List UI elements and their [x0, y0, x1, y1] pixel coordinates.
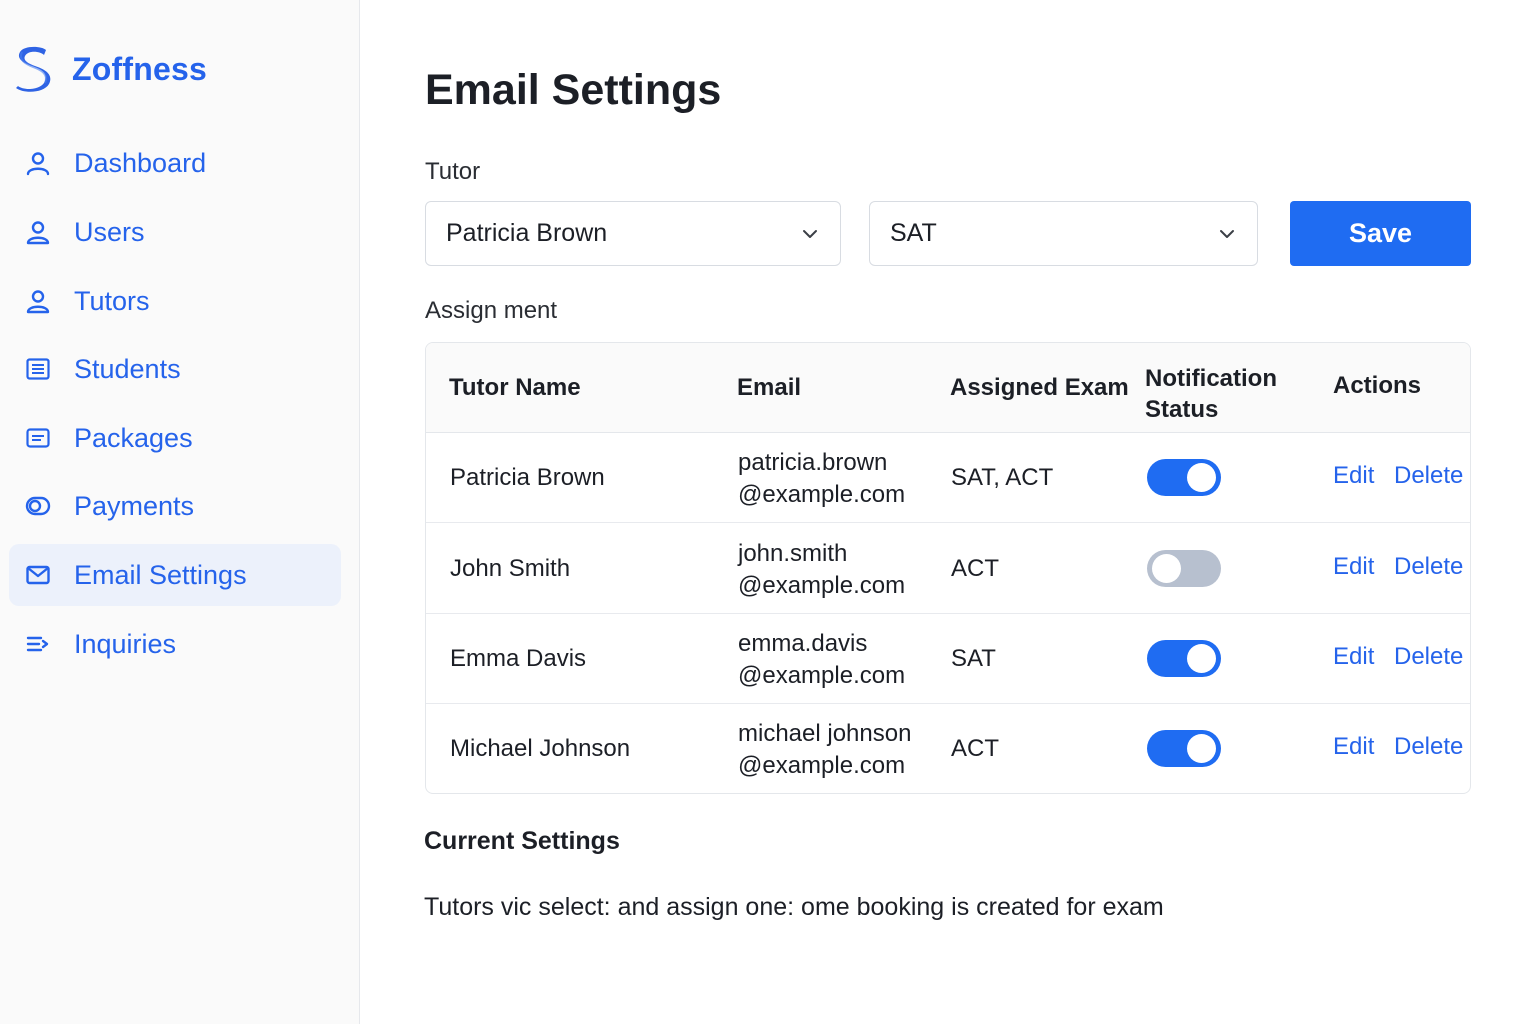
header-email: Email [737, 374, 802, 401]
header-notification: Notification [1145, 365, 1277, 392]
tutor-label: Tutor [425, 158, 481, 185]
assignment-table: Tutor Name Email Assigned Exam Notificat… [425, 342, 1471, 794]
assigned-exam: SAT [951, 645, 996, 672]
sidebar-item-label: Tutors [74, 285, 150, 316]
assignment-label: Assign ment [425, 297, 558, 324]
exam-select-value: SAT [890, 219, 937, 247]
user-icon [25, 219, 51, 245]
sidebar-item-dashboard[interactable]: Dashboard [9, 132, 341, 194]
header-tutor-name: Tutor Name [449, 374, 581, 401]
table-row: Patricia Brown patricia.brown @example.c… [426, 433, 1470, 523]
sidebar-item-label: Users [74, 216, 145, 247]
sidebar: Zoffness Dashboard Users Tutors Students… [0, 0, 360, 1024]
email-user: patricia.brown [738, 449, 888, 476]
edit-link[interactable]: Edit [1333, 553, 1374, 581]
coins-icon [25, 493, 51, 519]
header-assigned-exam: Assigned Exam [950, 374, 1129, 401]
toggle-knob [1187, 734, 1216, 763]
user-icon [25, 150, 51, 176]
edit-link[interactable]: Edit [1333, 643, 1374, 671]
sidebar-item-packages[interactable]: Packages [9, 407, 341, 469]
sidebar-item-users[interactable]: Users [9, 201, 341, 263]
s-logo-icon [16, 46, 51, 92]
toggle-knob [1187, 644, 1216, 673]
assigned-exam: ACT [951, 735, 999, 762]
notification-toggle[interactable] [1147, 459, 1221, 496]
header-actions: Actions [1333, 372, 1422, 399]
brand[interactable]: Zoffness [14, 44, 207, 94]
chevron-down-icon [1220, 230, 1234, 238]
tutor-name: Patricia Brown [450, 464, 605, 491]
sidebar-item-label: Students [74, 353, 181, 384]
current-settings-title: Current Settings [424, 827, 620, 855]
edit-link[interactable]: Edit [1333, 733, 1374, 761]
mail-icon [25, 562, 51, 588]
toggle-knob [1152, 554, 1181, 583]
edit-link[interactable]: Edit [1333, 462, 1374, 490]
sidebar-item-label: Email Settings [74, 559, 247, 590]
delete-link[interactable]: Delete [1394, 643, 1463, 671]
email-domain: @example.com [738, 572, 906, 599]
chevron-down-icon [803, 230, 817, 238]
lines-arrow-icon [25, 631, 51, 657]
save-button[interactable]: Save [1290, 201, 1471, 266]
email-user: michael johnson [738, 720, 912, 747]
sidebar-item-inquiries[interactable]: Inquiries [9, 613, 341, 675]
table-header: Tutor Name Email Assigned Exam Notificat… [426, 343, 1470, 433]
user-icon [25, 288, 51, 314]
assigned-exam: SAT, ACT [951, 464, 1054, 491]
brand-name: Zoffness [72, 50, 207, 87]
exam-select[interactable]: SAT [869, 201, 1258, 266]
sidebar-item-label: Packages [74, 422, 193, 453]
tutor-select[interactable]: Patricia Brown [425, 201, 841, 266]
sidebar-item-payments[interactable]: Payments [9, 475, 341, 537]
email-domain: @example.com [738, 752, 906, 779]
email-domain: @example.com [738, 662, 906, 689]
sidebar-item-tutors[interactable]: Tutors [9, 270, 341, 332]
tutor-name: Michael Johnson [450, 735, 631, 762]
delete-link[interactable]: Delete [1394, 733, 1463, 761]
notification-toggle[interactable] [1147, 730, 1221, 767]
sidebar-item-label: Dashboard [74, 147, 207, 178]
notification-toggle[interactable] [1147, 640, 1221, 677]
email-user: emma.davis [738, 630, 868, 657]
notification-toggle[interactable] [1147, 550, 1221, 587]
card-icon [25, 425, 51, 451]
delete-link[interactable]: Delete [1394, 553, 1463, 581]
sidebar-item-label: Inquiries [74, 628, 177, 659]
list-icon [25, 356, 51, 382]
delete-link[interactable]: Delete [1394, 462, 1463, 490]
table-row: John Smith john.smith @example.com ACT E… [426, 524, 1470, 614]
email-user: john.smith [738, 540, 848, 567]
tutor-name: John Smith [450, 555, 571, 582]
table-row: Michael Johnson michael johnson @example… [426, 704, 1470, 793]
table-row: Emma Davis emma.davis @example.com SAT E… [426, 614, 1470, 704]
header-status: Status [1145, 396, 1219, 423]
assigned-exam: ACT [951, 555, 999, 582]
tutor-select-value: Patricia Brown [446, 219, 608, 247]
sidebar-item-students[interactable]: Students [9, 338, 341, 400]
email-domain: @example.com [738, 481, 906, 508]
sidebar-item-email-settings[interactable]: Email Settings [9, 544, 341, 606]
page-title: Email Settings [425, 66, 722, 114]
toggle-knob [1187, 463, 1216, 492]
tutor-name: Emma Davis [450, 645, 587, 672]
sidebar-item-label: Payments [74, 490, 195, 521]
current-settings-text: Tutors vic select: and assign one: ome b… [424, 893, 1164, 921]
